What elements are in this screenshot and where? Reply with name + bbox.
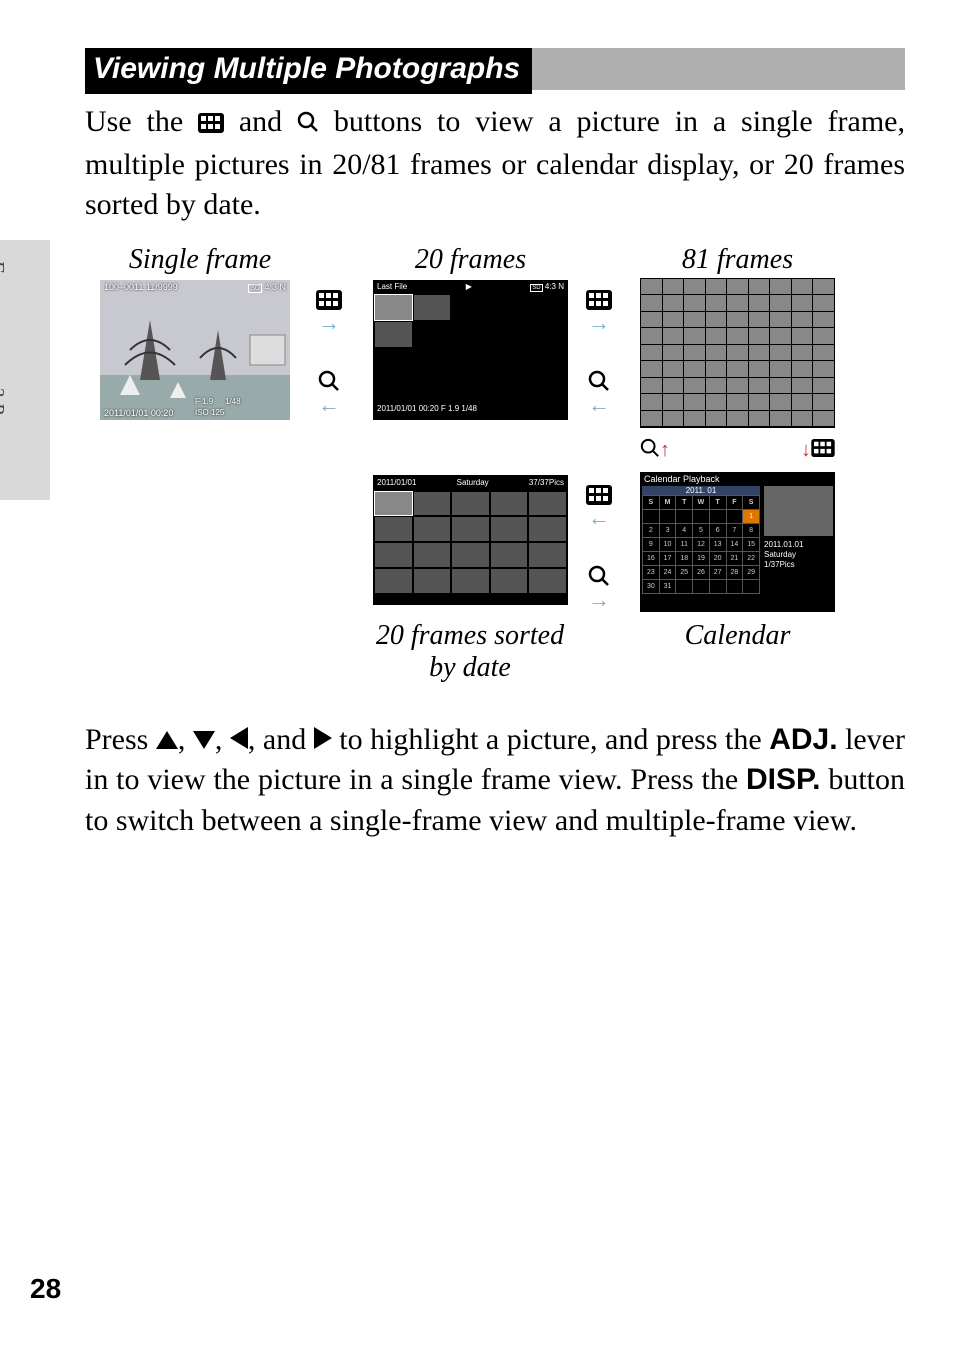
overlay-f: F 1.9 [195, 397, 213, 406]
section-heading: Viewing Multiple Photographs [85, 48, 532, 94]
sorted-20-preview: 2011/01/01 Saturday 37/37Pics [373, 475, 568, 605]
grid-button-2: → [585, 290, 613, 336]
side-tab-text: First-time user? Read this. [0, 260, 8, 490]
magnify-button-3: → [585, 565, 613, 613]
grid-81-preview [640, 278, 835, 428]
overlay-iso: ISO 125 [195, 408, 224, 417]
triangle-left-icon [230, 727, 248, 749]
grid-20-preview: Last File ▶ SD 4:3 N 2011/01/01 00:20 F … [373, 280, 568, 420]
t2: , [178, 723, 193, 756]
view-mode-diagram: Single frame 20 frames 81 frames 100–001… [85, 250, 905, 700]
t5: to highlight a picture, and press the [332, 723, 769, 756]
body-paragraph-2: Press , , , and to highlight a picture, … [85, 720, 905, 842]
intro-paragraph: Use the and buttons to view a picture in… [85, 102, 905, 226]
label-20-frames: 20 frames [373, 244, 568, 276]
sort20-date: 2011/01/01 [377, 478, 416, 487]
overlay-top-left: 100–0011 11/9999 [104, 282, 178, 292]
triangle-right-icon [314, 727, 332, 749]
axis-row: ↑ ↓ [640, 438, 835, 463]
grid20-play-icon: ▶ [466, 282, 472, 291]
label-single-frame: Single frame [105, 244, 295, 276]
arrow-right-icon: → [315, 310, 343, 336]
up-arrow-icon: ↑ [660, 439, 670, 462]
arrow-right-icon: → [585, 310, 613, 336]
single-frame-preview: 100–0011 11/9999 SD 4:3 N 2011/01/01 00:… [100, 280, 290, 420]
overlay-bottom-left: 2011/01/01 00:20 [104, 408, 173, 418]
calendar-side: 2011.01.01 Saturday 1/37Pics [764, 486, 833, 594]
magnify-icon [640, 438, 660, 463]
sort20-count: 37/37Pics [529, 478, 564, 487]
calendar-preview: Calendar Playback 2011. 01 SMTWTFS 1 234… [640, 472, 835, 612]
disp-label: DISP. [746, 763, 821, 796]
magnify-button-1: ← [315, 370, 343, 418]
grid20-hdr-left: Last File [377, 282, 407, 291]
label-sorted: 20 frames sorted by date [360, 620, 580, 684]
magnify-icon [297, 104, 319, 145]
t4: , and [248, 723, 314, 756]
thumbnail-grid-icon [811, 439, 835, 462]
adj-label: ADJ. [769, 723, 837, 756]
calendar-month: 2011. 01 [642, 486, 760, 495]
arrow-left-icon: ← [585, 392, 613, 418]
arrow-left-icon: ← [585, 505, 613, 531]
grid20-footer: 2011/01/01 00:20 F 1.9 1/48 [373, 403, 568, 414]
thumbnail-grid-icon [198, 104, 224, 145]
grid20-hdr-right: SD 4:3 N [530, 282, 564, 291]
sort20-day: Saturday [457, 478, 489, 487]
magnify-button-2: ← [585, 370, 613, 418]
triangle-up-icon [156, 731, 178, 749]
cal-side-date: 2011.01.01 [764, 540, 833, 550]
triangle-down-icon [193, 731, 215, 749]
overlay-top-right: SD 4:3 N [248, 282, 286, 292]
intro-text-2: and [224, 105, 297, 138]
arrow-right-icon: → [585, 587, 613, 613]
arrow-left-icon: ← [315, 392, 343, 418]
cal-side-day: Saturday [764, 550, 833, 560]
content-area: Viewing Multiple Photographs Use the and… [85, 48, 905, 865]
t3: , [215, 723, 230, 756]
t1: Press [85, 723, 156, 756]
label-calendar: Calendar [640, 620, 835, 652]
cal-side-count: 1/37Pics [764, 560, 833, 570]
grid-button-1: → [315, 290, 343, 336]
calendar-side-thumb [764, 486, 833, 536]
down-arrow-icon: ↓ [801, 439, 811, 462]
intro-text-1: Use the [85, 105, 198, 138]
label-81-frames: 81 frames [640, 244, 835, 276]
overlay-shutter: 1/48 [225, 397, 241, 406]
heading-wrap: Viewing Multiple Photographs [85, 48, 905, 90]
side-tab: First-time user? Read this. [0, 240, 50, 500]
calendar-grid: 2011. 01 SMTWTFS 1 2345678 9101112131415… [642, 486, 760, 594]
page-number: 28 [30, 1273, 61, 1305]
grid-button-3: ← [585, 485, 613, 531]
calendar-title: Calendar Playback [640, 472, 835, 486]
